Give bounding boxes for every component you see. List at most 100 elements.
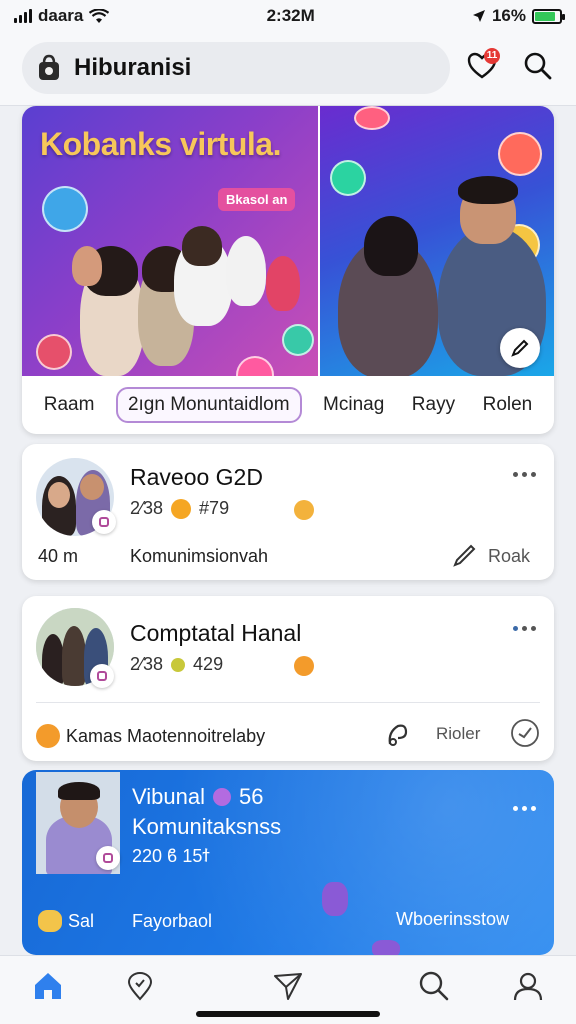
more-options-button[interactable] (513, 806, 536, 811)
notifications-button[interactable]: 11 (462, 46, 502, 86)
status-bar: daara 2:32M 16% (0, 0, 576, 32)
app-badge-icon (99, 517, 109, 527)
more-options-button[interactable] (513, 472, 536, 477)
nav-home[interactable] (28, 966, 68, 1006)
home-icon (35, 973, 61, 999)
carrier-label: daara (38, 6, 84, 25)
community-link[interactable]: Kamas Maotennoitrelaby (66, 726, 265, 747)
send-icon (274, 973, 302, 1000)
floating-bubble (354, 106, 390, 130)
floating-bubble (282, 324, 314, 356)
hero-tab[interactable]: 2ıgn Monuntaidlom (115, 387, 302, 423)
nav-profile[interactable] (508, 966, 548, 1006)
share-icon[interactable] (384, 720, 412, 748)
status-left: daara (14, 6, 110, 26)
person-figure (364, 216, 418, 276)
hero-image-left[interactable]: Kobanks virtula. Bkasol an (22, 106, 318, 376)
time-ago: 40 m (38, 546, 79, 566)
floating-bubble (42, 186, 88, 232)
more-options-button[interactable] (513, 626, 536, 631)
emoji-icon (36, 724, 60, 748)
edit-button[interactable] (500, 328, 540, 368)
reaction-icon[interactable] (294, 500, 314, 520)
notification-badge: 11 (484, 48, 500, 64)
card-action-label[interactable]: Rioler (436, 724, 480, 744)
signal-icon (14, 9, 32, 23)
card-subtitle: Komunitaksnss (132, 814, 282, 839)
location-icon (127, 971, 153, 1001)
card-title[interactable]: Comptatal Hanal (130, 620, 301, 647)
card-stats: 2⁄38 #79 (130, 498, 229, 519)
hero-tab[interactable]: Mcinag (317, 388, 390, 422)
battery-percent: 16% (491, 6, 526, 25)
emoji-icon (38, 910, 62, 932)
nav-location[interactable] (120, 966, 160, 1006)
search-icon (419, 971, 449, 1001)
footer-label[interactable]: Sal (68, 911, 94, 932)
mascot-icon (322, 882, 348, 916)
card-stats: 2⁄38 429 (130, 654, 223, 675)
home-indicator (196, 1011, 380, 1017)
location-arrow-icon (472, 10, 485, 22)
mascot-icon (372, 940, 400, 955)
featured-post-card[interactable]: Vibunal 56 Komunitaksnss 220 ϐ 15ϯ Sal F… (22, 770, 554, 955)
post-card[interactable]: Comptatal Hanal 2⁄38 429 Kamas Maotennoi… (22, 596, 554, 761)
person-figure (182, 226, 222, 266)
bag-icon (39, 54, 59, 80)
clock: 2:32M (266, 6, 315, 25)
card-title[interactable]: Raveoo G2D (130, 464, 263, 491)
app-title: Hiburanisi (74, 54, 192, 81)
emoji-icon (171, 657, 186, 672)
card-stats: 220 ϐ 15ϯ (132, 846, 210, 866)
hero-tab[interactable]: Raam (38, 388, 101, 422)
hero-tab[interactable]: Rolen (477, 388, 539, 422)
profile-icon (513, 972, 543, 1001)
nav-send[interactable] (268, 966, 308, 1006)
hero-tag: Bkasol an (218, 188, 296, 211)
edit-icon[interactable] (452, 542, 478, 568)
search-icon (524, 52, 552, 80)
battery-fill (535, 11, 556, 21)
avatar-badge (90, 664, 114, 688)
hero-card[interactable]: Kobanks virtula. Bkasol an Raam 2ıgn Monu… (22, 106, 554, 434)
floating-bubble (330, 160, 366, 196)
floating-bubble (36, 334, 72, 370)
card-action-label[interactable]: Roak (488, 546, 530, 567)
nav-search[interactable] (414, 966, 454, 1006)
floating-bubble (236, 356, 274, 376)
card-title[interactable]: Vibunal 56 (132, 784, 263, 810)
person-figure (266, 256, 300, 311)
stat-value: 429 (193, 654, 224, 674)
stat-value: 2⁄38 (130, 498, 164, 518)
app-badge-icon (97, 671, 107, 681)
hero-headline: Kobanks virtula. (40, 126, 281, 162)
emoji-icon (171, 498, 192, 519)
card-title-text: Vibunal (132, 784, 205, 809)
stat-value: #79 (199, 498, 230, 518)
app-badge-icon (103, 853, 113, 863)
post-card[interactable]: Raveoo G2D 2⁄38 #79 40 m Komunimsionvah … (22, 444, 554, 580)
floating-bubble (498, 132, 542, 176)
pen-icon (511, 339, 529, 357)
hero-tab-bar: Raam 2ıgn Monuntaidlom Mcinag Rayy Rolen (22, 376, 554, 434)
search-bar[interactable]: Hiburanisi (22, 42, 450, 94)
person-figure (458, 176, 518, 204)
avatar-badge (92, 510, 116, 534)
forward-icon[interactable] (510, 718, 540, 748)
battery-icon (532, 8, 565, 24)
person-figure (226, 236, 266, 306)
badge-dot-icon (213, 788, 231, 806)
community-link[interactable]: Fayorbaol (132, 911, 212, 932)
stat-value: 2⁄38 (130, 654, 164, 674)
card-action-label[interactable]: Wboerinsstow (396, 909, 509, 930)
reaction-icon[interactable] (294, 656, 314, 676)
hero-tab[interactable]: Rayy (406, 388, 461, 422)
wifi-icon (89, 8, 110, 23)
person-figure (72, 246, 102, 286)
app-header: Hiburanisi 11 (0, 32, 576, 106)
search-button[interactable] (518, 46, 558, 86)
status-right: 16% (472, 6, 565, 26)
community-link[interactable]: Komunimsionvah (130, 546, 268, 567)
card-title-suffix: 56 (239, 784, 264, 809)
avatar-badge (96, 846, 120, 870)
